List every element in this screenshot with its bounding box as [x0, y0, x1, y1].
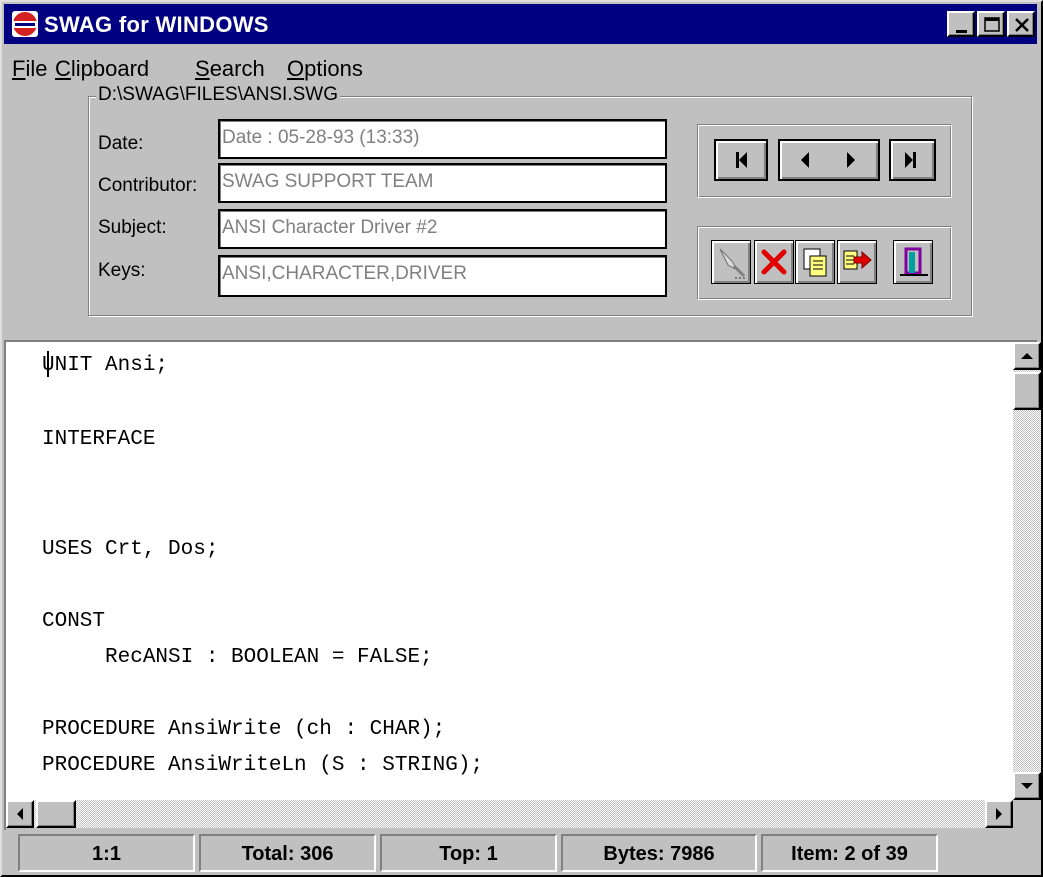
- scroll-up-button[interactable]: [1013, 342, 1041, 370]
- code-line-3: INTERFACE: [42, 428, 156, 451]
- menu-options[interactable]: Options: [287, 56, 363, 82]
- status-cursor-position: 1:1: [18, 834, 195, 872]
- code-line-7: USES Crt, Dos;: [42, 538, 219, 561]
- last-record-icon: [905, 152, 916, 168]
- next-record-button[interactable]: [829, 141, 878, 179]
- horizontal-scroll-thumb[interactable]: [36, 800, 76, 828]
- code-line-12: PROCEDURE AnsiWrite (ch : CHAR);: [42, 718, 446, 741]
- title-bar[interactable]: SWAG for WINDOWS: [4, 4, 1037, 44]
- previous-record-icon: [801, 152, 809, 168]
- status-top: Top: 1: [380, 834, 557, 872]
- scroll-right-button[interactable]: [985, 800, 1013, 828]
- code-line-1: UNIT Ansi;: [42, 354, 169, 377]
- export-button[interactable]: [837, 240, 877, 284]
- first-record-button[interactable]: [714, 139, 768, 181]
- find-button[interactable]: [711, 240, 751, 284]
- file-path-label: D:\SWAG\FILES\ANSI.SWG: [96, 84, 340, 106]
- scroll-down-button[interactable]: [1013, 772, 1041, 800]
- previous-record-button[interactable]: [780, 141, 829, 179]
- exit-door-icon: [900, 247, 928, 276]
- minimize-icon: [956, 30, 967, 33]
- date-label: Date:: [98, 133, 144, 154]
- scrollbar-corner: [1013, 800, 1041, 828]
- code-line-13: PROCEDURE AnsiWriteLn (S : STRING);: [42, 754, 484, 777]
- scroll-left-button[interactable]: [6, 800, 34, 828]
- next-record-icon: [847, 152, 855, 168]
- export-arrow-icon: [843, 250, 872, 270]
- subject-label: Subject:: [98, 217, 167, 238]
- maximize-button[interactable]: [977, 11, 1005, 37]
- vertical-scroll-thumb[interactable]: [1013, 372, 1041, 410]
- last-record-button[interactable]: [889, 139, 936, 181]
- status-total: Total: 306: [199, 834, 376, 872]
- minimize-button[interactable]: [947, 11, 975, 37]
- copy-button[interactable]: [795, 240, 835, 284]
- arrow-down-icon: [1021, 783, 1033, 789]
- code-line-9: CONST: [42, 610, 106, 633]
- status-item: Item: 2 of 39: [761, 834, 938, 872]
- menu-file[interactable]: File: [12, 56, 47, 82]
- prev-next-button-group: [778, 139, 880, 181]
- delete-x-icon: [761, 249, 787, 275]
- code-line-10: RecANSI : BOOLEAN = FALSE;: [42, 646, 433, 669]
- arrow-right-icon: [996, 808, 1002, 820]
- date-field[interactable]: Date : 05-28-93 (13:33): [218, 119, 667, 159]
- exit-button[interactable]: [893, 240, 933, 284]
- delete-button[interactable]: [754, 240, 794, 284]
- window-title: SWAG for WINDOWS: [44, 12, 269, 37]
- subject-field[interactable]: ANSI Character Driver #2: [218, 209, 667, 249]
- status-bytes: Bytes: 7986: [561, 834, 757, 872]
- keys-field[interactable]: ANSI,CHARACTER,DRIVER: [218, 255, 667, 297]
- menu-search[interactable]: Search: [195, 56, 265, 82]
- first-record-icon: [736, 152, 747, 168]
- menu-bar: File Clipboard Search Options: [4, 48, 1037, 84]
- copy-document-icon: [803, 248, 827, 277]
- arrow-left-icon: [17, 808, 23, 820]
- maximize-icon: [984, 17, 1000, 32]
- close-button[interactable]: [1007, 11, 1035, 37]
- menu-clipboard[interactable]: Clipboard: [55, 56, 149, 82]
- arrow-up-icon: [1021, 353, 1033, 359]
- horizontal-scrollbar[interactable]: [6, 800, 1013, 828]
- keys-label: Keys:: [98, 260, 146, 281]
- app-logo-icon[interactable]: [12, 11, 38, 37]
- contributor-label: Contributor:: [98, 175, 198, 196]
- flashlight-icon: [719, 248, 746, 279]
- close-icon: [1015, 18, 1029, 32]
- contributor-field[interactable]: SWAG SUPPORT TEAM: [218, 163, 667, 203]
- vertical-scrollbar[interactable]: [1013, 342, 1041, 800]
